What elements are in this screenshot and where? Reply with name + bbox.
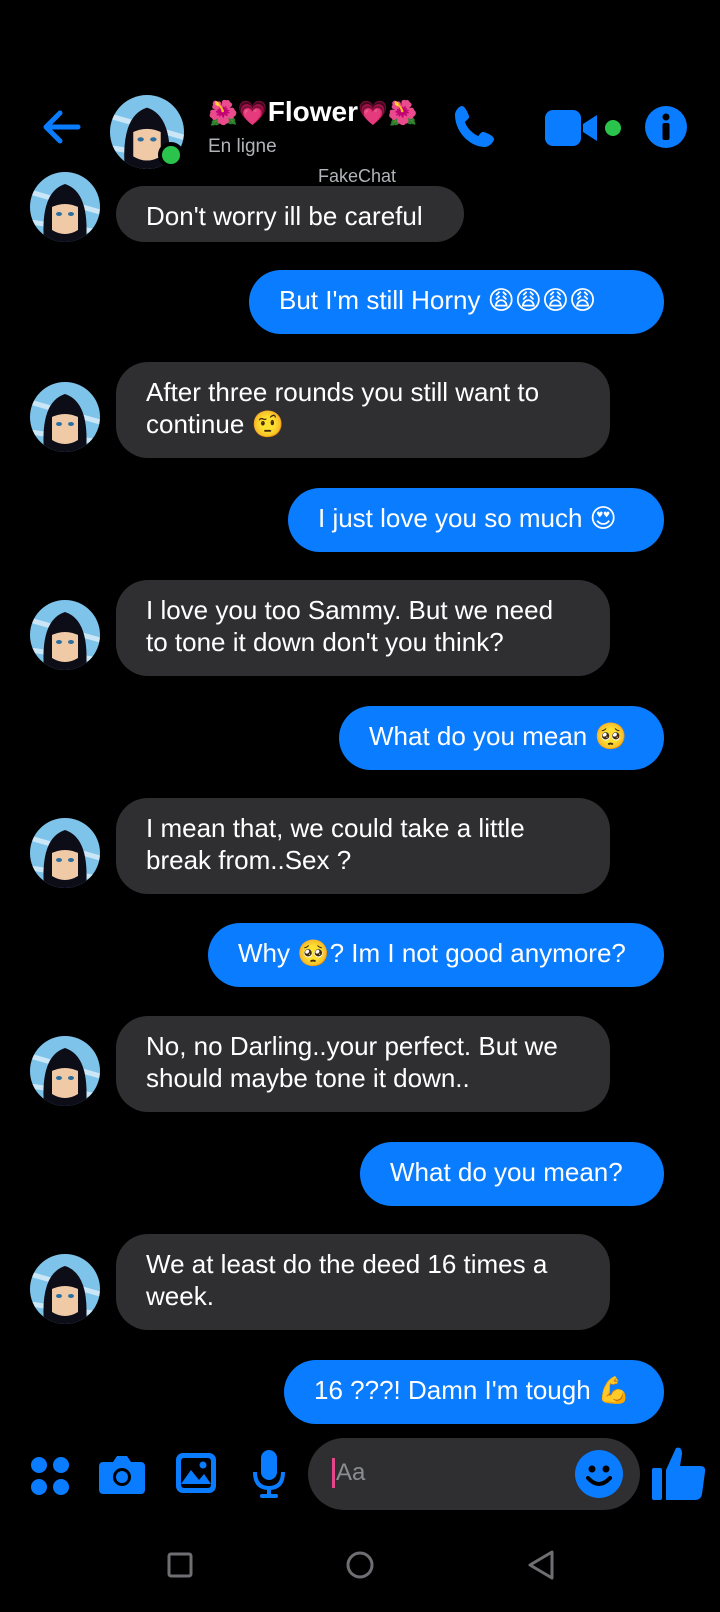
watermark: FakeChat: [318, 166, 397, 186]
contact-name-text: Flower: [267, 96, 358, 127]
outgoing-message-bubble[interactable]: What do you mean 🥺: [339, 706, 664, 770]
sender-avatar[interactable]: [30, 172, 100, 242]
camera-icon[interactable]: [99, 1454, 145, 1499]
sender-avatar[interactable]: [30, 1254, 100, 1324]
sender-avatar[interactable]: [30, 382, 100, 452]
back-arrow-icon[interactable]: [38, 103, 86, 151]
name-suffix-emoji: 💗🌺: [358, 100, 418, 127]
thumbs-up-icon[interactable]: [650, 1444, 708, 1507]
outgoing-message-bubble[interactable]: I just love you so much 😍: [288, 488, 664, 552]
info-icon[interactable]: [645, 106, 687, 148]
online-status: En ligne: [208, 136, 277, 157]
incoming-message-bubble[interactable]: No, no Darling..your perfect. But we sho…: [116, 1016, 610, 1112]
name-prefix-emoji: 🌺💗: [208, 100, 268, 127]
outgoing-message-bubble[interactable]: Why 🥺? Im I not good anymore?: [208, 923, 664, 987]
apps-icon[interactable]: [30, 1456, 70, 1501]
sender-avatar[interactable]: [30, 1036, 100, 1106]
outgoing-message-bubble[interactable]: 16 ???! Damn I'm tough 💪: [284, 1360, 664, 1424]
outgoing-message-bubble[interactable]: What do you mean?: [360, 1142, 664, 1206]
contact-name[interactable]: 🌺💗Flower💗🌺: [208, 96, 418, 128]
back-triangle-icon[interactable]: [526, 1549, 556, 1586]
online-indicator: [158, 142, 184, 168]
home-circle-icon[interactable]: [345, 1550, 375, 1585]
microphone-icon[interactable]: [252, 1450, 286, 1503]
message-input-placeholder: Aa: [336, 1459, 366, 1486]
incoming-message-bubble[interactable]: I mean that, we could take a little brea…: [116, 798, 610, 894]
video-camera-icon[interactable]: [545, 110, 601, 146]
outgoing-message-bubble[interactable]: But I'm still Horny 😩😩😩😩: [249, 270, 664, 334]
incoming-message-bubble[interactable]: We at least do the deed 16 times a week.: [116, 1234, 610, 1330]
sender-avatar[interactable]: [30, 600, 100, 670]
recents-square-icon[interactable]: [167, 1552, 193, 1583]
incoming-message-bubble[interactable]: Don't worry ill be careful: [116, 186, 464, 242]
gallery-icon[interactable]: [175, 1452, 217, 1499]
sender-avatar[interactable]: [30, 818, 100, 888]
phone-icon[interactable]: [452, 102, 500, 150]
emoji-icon[interactable]: [575, 1450, 623, 1503]
text-cursor: [332, 1458, 335, 1488]
incoming-message-bubble[interactable]: After three rounds you still want to con…: [116, 362, 610, 458]
video-active-dot: [605, 120, 621, 136]
incoming-message-bubble[interactable]: I love you too Sammy. But we need to ton…: [116, 580, 610, 676]
